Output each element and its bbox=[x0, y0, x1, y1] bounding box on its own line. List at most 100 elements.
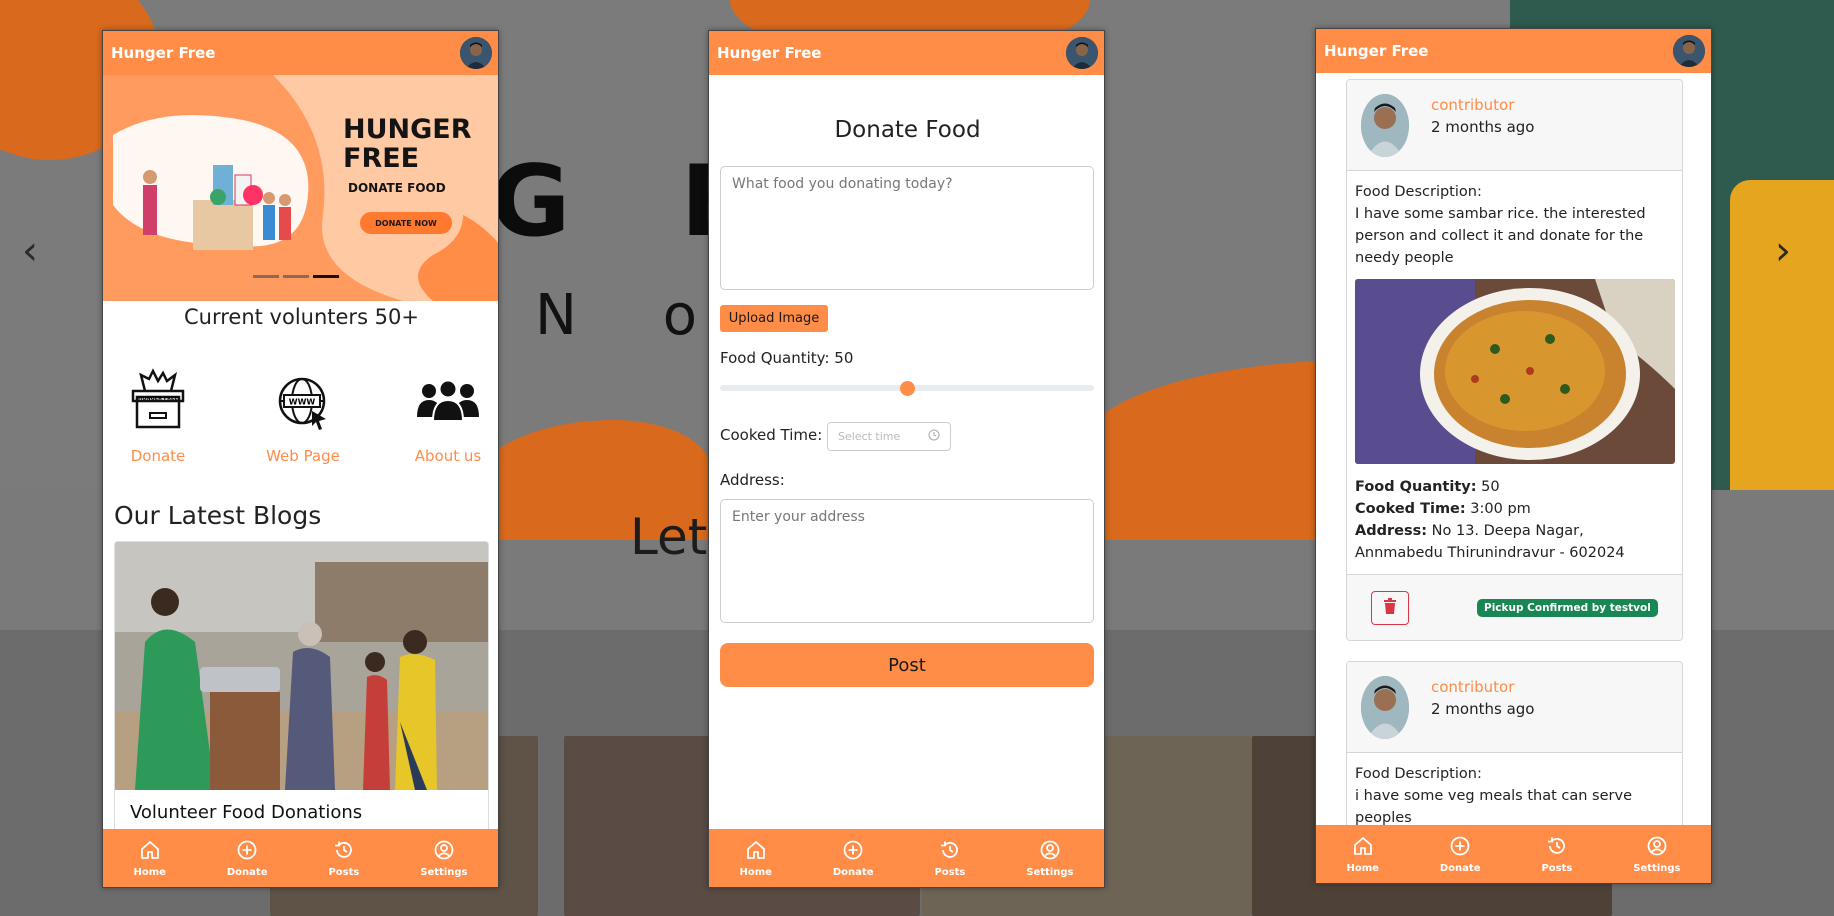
nav-posts[interactable]: Posts bbox=[934, 839, 965, 878]
blogs-heading: Our Latest Blogs bbox=[114, 501, 322, 530]
avatar[interactable] bbox=[1673, 35, 1705, 67]
post-header: contributor 2 months ago bbox=[1347, 80, 1682, 171]
address-label: Address: bbox=[720, 471, 785, 489]
globe-www-icon: WWW bbox=[268, 377, 338, 441]
delete-button[interactable] bbox=[1371, 591, 1409, 625]
blog-image bbox=[115, 542, 488, 790]
nav-settings[interactable]: Settings bbox=[420, 839, 467, 878]
cooked-time-input[interactable]: Select time bbox=[827, 422, 951, 451]
carousel-prev-icon[interactable]: ‹ bbox=[22, 228, 38, 274]
time-placeholder: Select time bbox=[838, 430, 901, 443]
app-header: Hunger Free bbox=[1316, 29, 1711, 73]
cooked-time-row: Cooked Time: 3:00 pm bbox=[1355, 501, 1531, 517]
nav-label: Posts bbox=[934, 866, 966, 878]
post-footer: Pickup Confirmed by testvol bbox=[1347, 574, 1682, 640]
home-icon bbox=[139, 839, 161, 865]
banner-subtitle: DONATE FOOD bbox=[348, 181, 446, 195]
plus-circle-icon bbox=[236, 839, 258, 865]
donate-screen: Hunger Free Donate Food What food you do… bbox=[708, 30, 1105, 888]
nav-label: Posts bbox=[1541, 862, 1573, 874]
nav-home[interactable]: Home bbox=[133, 839, 166, 878]
food-image bbox=[1355, 279, 1675, 464]
volunteer-count: Current volunters 50+ bbox=[184, 305, 419, 329]
post-author[interactable]: contributor bbox=[1431, 96, 1514, 114]
post-time: 2 months ago bbox=[1431, 700, 1535, 718]
description-label: Food Description: bbox=[1355, 766, 1482, 782]
user-circle-icon bbox=[1039, 839, 1061, 865]
history-icon bbox=[333, 839, 355, 865]
nav-label: Posts bbox=[328, 866, 360, 878]
description-label: Food Description: bbox=[1355, 184, 1482, 200]
nav-donate[interactable]: Donate bbox=[226, 839, 268, 878]
nav-donate[interactable]: Donate bbox=[832, 839, 874, 878]
avatar[interactable] bbox=[460, 37, 492, 69]
home-icon bbox=[745, 839, 767, 865]
donation-box-icon: HUNGER FREE bbox=[123, 368, 193, 441]
globe-www-icon-text: WWW bbox=[289, 398, 316, 407]
food-description-input[interactable]: What food you donating today? bbox=[720, 166, 1094, 290]
status-badge: Pickup Confirmed by testvol bbox=[1477, 599, 1658, 617]
post-button[interactable]: Post bbox=[720, 643, 1094, 687]
feature-about-us[interactable]: About us bbox=[393, 367, 498, 465]
promo-banner[interactable]: HUNGER FREE DONATE FOOD DONATE NOW bbox=[103, 75, 498, 301]
food-quantity-row: Food Quantity: 50 bbox=[1355, 479, 1500, 495]
plus-circle-icon bbox=[842, 839, 864, 865]
nav-label: Settings bbox=[1026, 866, 1074, 878]
avatar[interactable] bbox=[1361, 676, 1409, 739]
app-header: Hunger Free bbox=[709, 31, 1104, 75]
home-icon bbox=[1352, 835, 1374, 861]
app-header: Hunger Free bbox=[103, 31, 498, 75]
clock-icon bbox=[928, 429, 940, 444]
description-text: i have some veg meals that can serve peo… bbox=[1355, 788, 1632, 826]
food-quantity-label: Food Quantity: 50 bbox=[720, 349, 854, 367]
donate-now-button[interactable]: DONATE NOW bbox=[360, 212, 452, 234]
bottom-nav: Home Donate Posts Settings bbox=[103, 829, 498, 887]
hero-side-image-accent bbox=[1730, 180, 1834, 490]
nav-home[interactable]: Home bbox=[739, 839, 772, 878]
address-input[interactable]: Enter your address bbox=[720, 499, 1094, 623]
nav-home[interactable]: Home bbox=[1346, 835, 1379, 874]
group-people-icon bbox=[413, 379, 483, 441]
history-icon bbox=[1546, 835, 1568, 861]
carousel-indicator-active[interactable] bbox=[313, 275, 339, 278]
address-row: Address: No 13. Deepa Nagar, Annmabedu T… bbox=[1355, 523, 1625, 561]
nav-settings[interactable]: Settings bbox=[1633, 835, 1680, 874]
cooked-time-label: Cooked Time: bbox=[720, 426, 823, 444]
post-body: Food Description: I have some sambar ric… bbox=[1347, 171, 1682, 574]
blog-card[interactable]: Volunteer Food Donations bbox=[114, 541, 489, 861]
avatar[interactable] bbox=[1361, 94, 1409, 157]
feature-label: About us bbox=[414, 447, 482, 465]
posts-screen: Hunger Free contributor 2 months ago Foo… bbox=[1315, 28, 1712, 884]
avatar[interactable] bbox=[1066, 37, 1098, 69]
nav-label: Home bbox=[739, 866, 772, 878]
bottom-nav: Home Donate Posts Settings bbox=[1316, 825, 1711, 883]
feature-web-page[interactable]: WWW Web Page bbox=[248, 367, 358, 465]
app-title: Hunger Free bbox=[111, 44, 216, 62]
post-author[interactable]: contributor bbox=[1431, 678, 1514, 696]
app-title: Hunger Free bbox=[1324, 42, 1429, 60]
nav-label: Settings bbox=[1633, 862, 1681, 874]
carousel-next-icon[interactable]: › bbox=[1775, 228, 1791, 274]
nav-posts[interactable]: Posts bbox=[328, 839, 359, 878]
user-circle-icon bbox=[433, 839, 455, 865]
nav-label: Donate bbox=[226, 866, 268, 878]
nav-settings[interactable]: Settings bbox=[1026, 839, 1073, 878]
carousel-indicator[interactable] bbox=[253, 275, 279, 278]
trash-icon bbox=[1383, 598, 1397, 618]
history-icon bbox=[939, 839, 961, 865]
banner-title: HUNGER FREE bbox=[343, 114, 472, 174]
slider-thumb[interactable] bbox=[899, 381, 915, 396]
nav-donate[interactable]: Donate bbox=[1439, 835, 1481, 874]
nav-label: Donate bbox=[832, 866, 874, 878]
post-header: contributor 2 months ago bbox=[1347, 662, 1682, 753]
app-title: Hunger Free bbox=[717, 44, 822, 62]
carousel-indicator[interactable] bbox=[283, 275, 309, 278]
feature-label: Web Page bbox=[266, 447, 340, 465]
nav-posts[interactable]: Posts bbox=[1541, 835, 1572, 874]
upload-image-button[interactable]: Upload Image bbox=[720, 305, 828, 332]
user-circle-icon bbox=[1646, 835, 1668, 861]
nav-label: Donate bbox=[1439, 862, 1481, 874]
post-card: contributor 2 months ago Food Descriptio… bbox=[1346, 79, 1683, 641]
post-time: 2 months ago bbox=[1431, 118, 1535, 136]
feature-donate[interactable]: HUNGER FREE Donate bbox=[103, 367, 213, 465]
